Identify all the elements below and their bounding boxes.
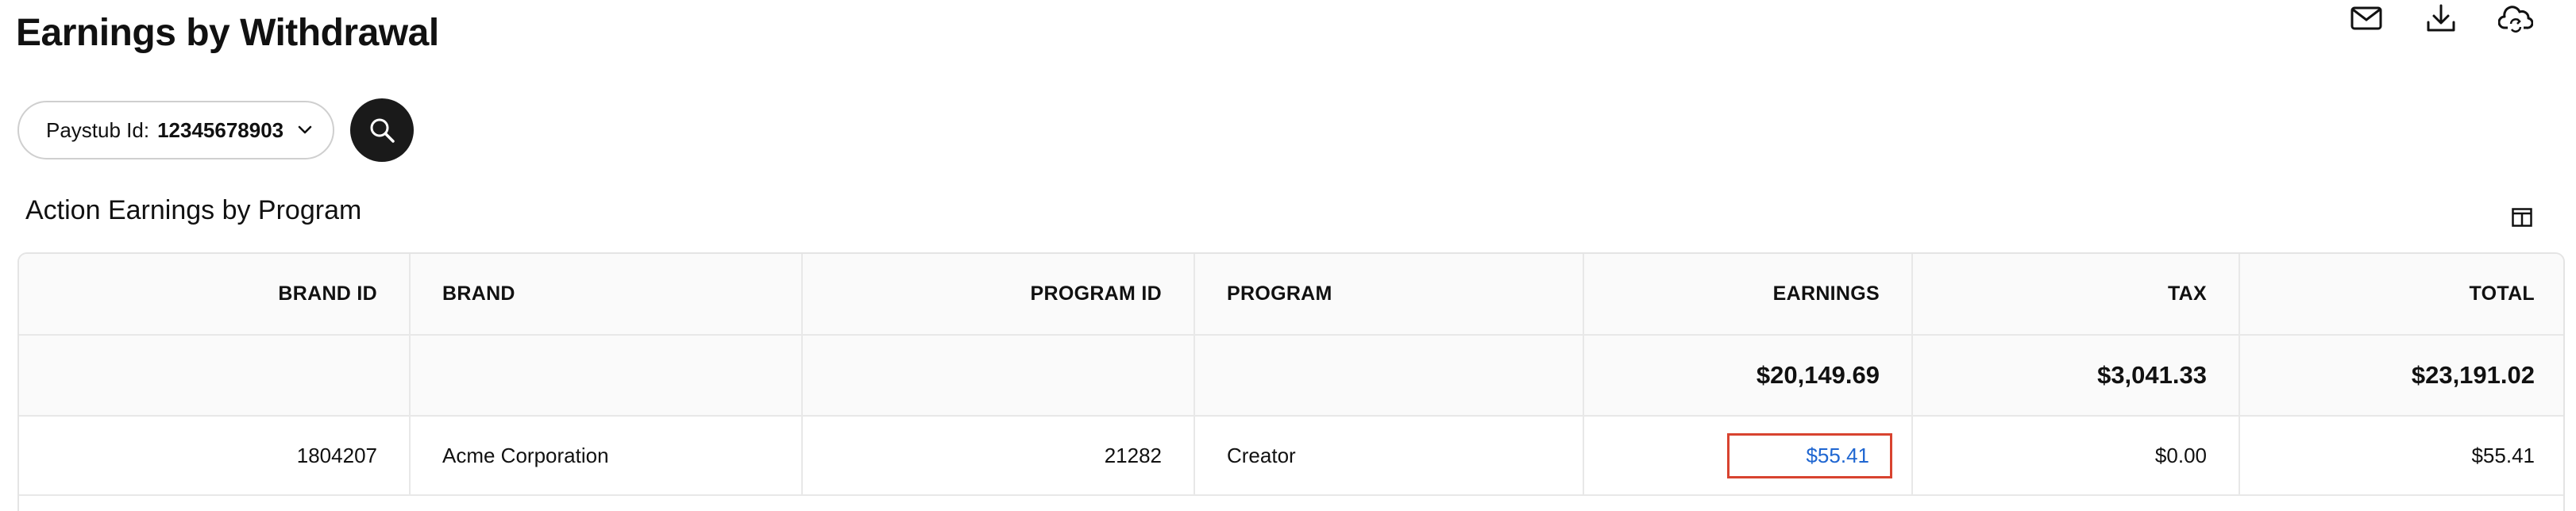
paystub-id-label: Paystub Id:	[46, 117, 150, 142]
cell-brand-id: 1804207	[19, 416, 411, 496]
cell-program-id: 21282	[802, 416, 1195, 496]
columns-icon[interactable]	[2508, 203, 2536, 232]
header-tax[interactable]: TAX	[1912, 254, 2240, 336]
filter-row: Paystub Id: 12345678903	[17, 98, 415, 162]
cell-tax: $0.00	[1912, 416, 2240, 496]
earnings-link[interactable]: $55.41	[1806, 444, 1869, 467]
totals-empty-cell	[410, 335, 803, 417]
cell-earnings: $55.41	[1583, 416, 1913, 496]
totals-row: $20,149.69 $3,041.33 $23,191.02	[19, 335, 2563, 417]
page-root: Earnings by Withdrawal Paystub Id: 12345…	[0, 0, 2576, 511]
grand-total: $23,191.02	[2239, 335, 2563, 417]
highlight-box: $55.41	[1727, 432, 1892, 478]
download-icon[interactable]	[2420, 0, 2462, 36]
cloud-sync-icon[interactable]	[2495, 0, 2536, 36]
header-earnings[interactable]: EARNINGS	[1583, 254, 1913, 336]
table-header-row: BRAND ID BRAND PROGRAM ID PROGRAM EARNIN…	[19, 254, 2563, 336]
header-program-id[interactable]: PROGRAM ID	[802, 254, 1195, 336]
search-icon	[368, 116, 396, 144]
section-title: Action Earnings by Program	[25, 195, 362, 225]
chevron-down-icon	[298, 125, 312, 135]
total-tax: $3,041.33	[1912, 335, 2240, 417]
paystub-id-value: 12345678903	[157, 117, 284, 142]
mail-icon[interactable]	[2346, 0, 2387, 36]
page-title: Earnings by Withdrawal	[16, 12, 439, 54]
cell-program: Creator	[1194, 416, 1584, 496]
totals-empty-cell	[1194, 335, 1584, 417]
cell-brand: Acme Corporation	[410, 416, 803, 496]
cell-total: $55.41	[2239, 416, 2563, 496]
earnings-table: BRAND ID BRAND PROGRAM ID PROGRAM EARNIN…	[17, 252, 2565, 511]
totals-empty-cell	[19, 335, 411, 417]
header-program[interactable]: PROGRAM	[1194, 254, 1584, 336]
header-total[interactable]: TOTAL	[2239, 254, 2563, 336]
header-brand-id[interactable]: BRAND ID	[19, 254, 411, 336]
header-brand[interactable]: BRAND	[410, 254, 803, 336]
total-earnings: $20,149.69	[1583, 335, 1913, 417]
search-button[interactable]	[350, 98, 415, 162]
paystub-id-select[interactable]: Paystub Id: 12345678903	[17, 101, 335, 159]
totals-empty-cell	[802, 335, 1195, 417]
top-actions	[2346, 0, 2536, 36]
table-row: 1804207 Acme Corporation 21282 Creator $…	[19, 416, 2563, 496]
